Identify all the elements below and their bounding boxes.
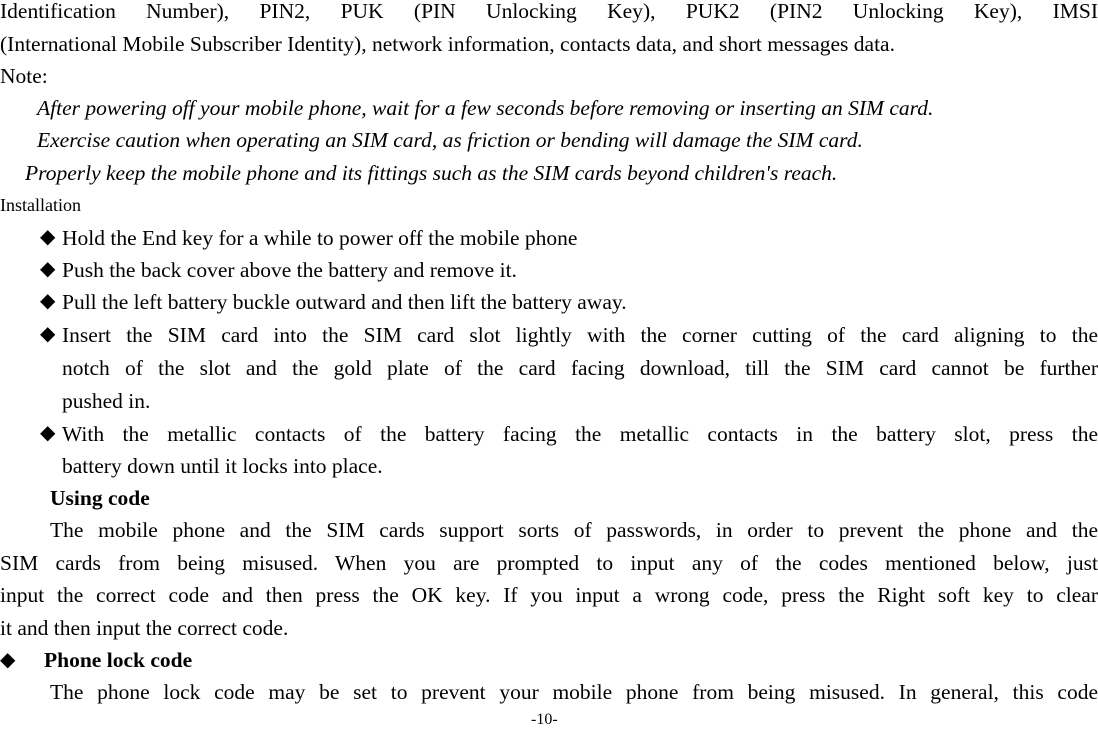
note-label: Note:	[0, 64, 48, 88]
bullet-diamond-icon: ◆	[40, 226, 56, 248]
using-code-paragraph: The mobile phone and the SIM cards suppo…	[50, 518, 1098, 542]
installation-step: Pull the left battery buckle outward and…	[62, 290, 627, 314]
installation-step-cont: pushed in.	[62, 389, 151, 413]
phone-lock-text: The phone lock code may be set to preven…	[50, 680, 1098, 704]
note-item: Exercise caution when operating an SIM c…	[37, 128, 863, 152]
intro-line-1: Identification Number), PIN2, PUK (PIN U…	[0, 0, 1098, 23]
note-item: Properly keep the mobile phone and its f…	[25, 161, 838, 185]
installation-step-cont: notch of the slot and the gold plate of …	[62, 356, 1098, 380]
installation-step: Push the back cover above the battery an…	[62, 258, 517, 282]
bullet-diamond-icon: ◆	[0, 649, 16, 671]
installation-step: Hold the End key for a while to power of…	[62, 226, 578, 250]
intro-line-2: (International Mobile Subscriber Identit…	[0, 32, 895, 56]
bullet-diamond-icon: ◆	[40, 258, 56, 280]
using-code-paragraph: SIM cards from being misused. When you a…	[0, 551, 1098, 575]
installation-step: With the metallic contacts of the batter…	[62, 422, 1098, 446]
using-code-paragraph: input the correct code and then press th…	[0, 583, 1098, 607]
bullet-diamond-icon: ◆	[40, 290, 56, 312]
page-number: -10-	[531, 711, 558, 728]
installation-step-cont: battery down until it locks into place.	[62, 454, 383, 478]
using-code-heading: Using code	[50, 486, 150, 510]
bullet-diamond-icon: ◆	[40, 323, 56, 345]
installation-step: Insert the SIM card into the SIM card sl…	[62, 323, 1098, 347]
installation-heading: Installation	[0, 195, 81, 215]
using-code-paragraph: it and then input the correct code.	[0, 616, 289, 640]
note-item: After powering off your mobile phone, wa…	[37, 96, 934, 120]
phone-lock-heading: Phone lock code	[44, 648, 193, 672]
bullet-diamond-icon: ◆	[40, 422, 56, 444]
